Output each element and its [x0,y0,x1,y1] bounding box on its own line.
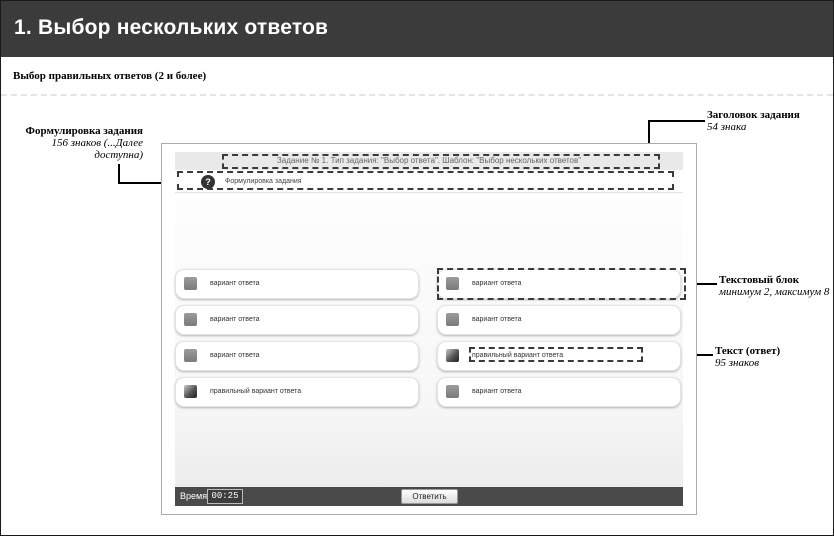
highlight-task-title [222,154,660,169]
annotation-formulation: Формулировка задания 156 знаков (...Дале… [9,125,143,161]
highlight-answer-text [469,347,643,362]
annotation-formulation-title: Формулировка задания [25,125,143,137]
answer-option[interactable]: вариант ответа [175,269,419,299]
highlight-formulation [177,171,674,190]
answer-option[interactable]: вариант ответа [437,305,681,335]
annotation-task-title: Заголовок задания 54 знака [707,109,833,133]
annotation-answer-text: Текст (ответ) 95 знаков [715,345,833,369]
checkbox-checked-icon[interactable] [184,385,197,398]
page-title: 1. Выбор нескольких ответов [14,16,329,39]
page-frame: 1. Выбор нескольких ответов Выбор правил… [0,0,834,536]
answer-option-label: вариант ответа [472,388,522,395]
header-bar: 1. Выбор нескольких ответов [1,1,833,57]
answer-option-label: вариант ответа [210,316,260,323]
highlight-text-block [437,268,686,300]
answer-option[interactable]: вариант ответа [175,305,419,335]
annotation-task-title-desc: 54 знака [707,121,747,133]
answer-button[interactable]: Ответить [401,489,458,504]
annotation-task-title-title: Заголовок задания [707,109,800,121]
answer-option[interactable]: вариант ответа [175,341,419,371]
checkbox-icon[interactable] [184,277,197,290]
connector-line [649,120,705,122]
answer-option[interactable]: вариант ответа [437,377,681,407]
annotation-formulation-desc-1: 156 знаков (...Далее [51,137,144,149]
dashed-separator [1,94,833,96]
page-subtitle: Выбор правильных ответов (2 и более) [13,70,207,82]
checkbox-icon[interactable] [446,313,459,326]
checkbox-icon[interactable] [184,313,197,326]
test-app-window: Задание № 1. Тип задания: "Выбор ответа"… [161,143,697,515]
answer-option-label: вариант ответа [472,316,522,323]
annotation-text-block-desc: минимум 2, максимум 8 [719,286,830,298]
connector-line [118,164,120,183]
answer-option-label: правильный вариант ответа [210,388,302,395]
checkbox-icon[interactable] [446,385,459,398]
annotation-answer-text-desc: 95 знаков [715,357,759,369]
annotation-answer-text-title: Текст (ответ) [715,345,781,357]
checkbox-checked-icon[interactable] [446,349,459,362]
answer-option-label: вариант ответа [210,280,260,287]
answer-option[interactable]: правильный вариант ответа [175,377,419,407]
annotation-text-block-title: Текстовый блок [719,274,800,286]
test-footer: Время 00:25 Ответить [175,487,683,506]
time-label: Время [180,491,208,501]
annotation-formulation-desc-2: доступна) [94,149,143,161]
annotation-text-block: Текстовый блок минимум 2, максимум 8 [719,274,833,298]
answer-option-label: вариант ответа [210,352,260,359]
test-app-content: Задание № 1. Тип задания: "Выбор ответа"… [175,152,683,506]
time-value: 00:25 [207,489,243,504]
checkbox-icon[interactable] [184,349,197,362]
